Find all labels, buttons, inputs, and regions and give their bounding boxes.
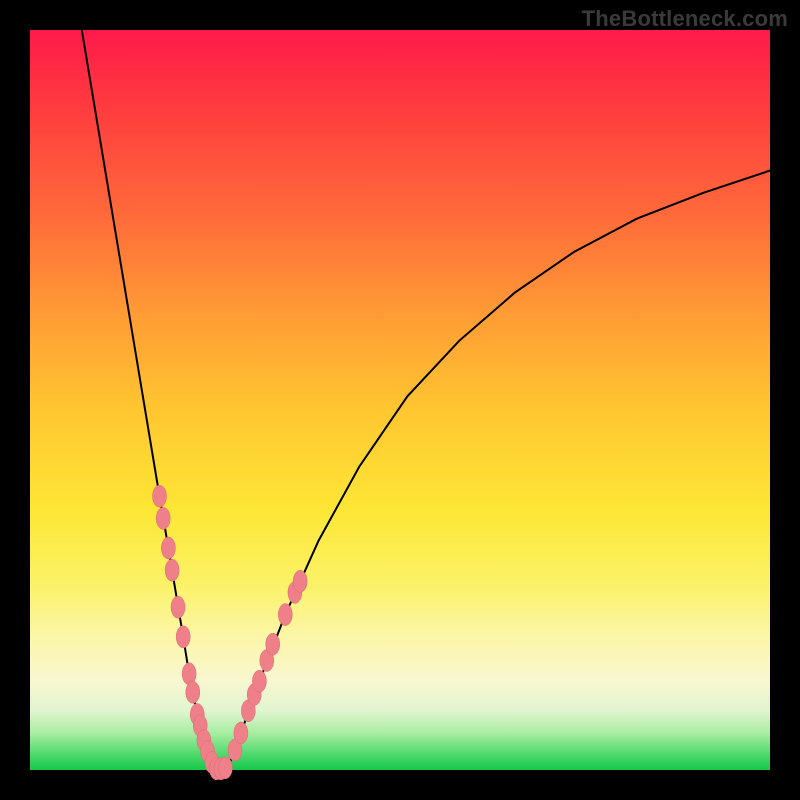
bead [161,537,175,559]
left-arm-path [82,30,214,767]
bead [165,559,179,581]
bead [234,722,248,744]
bead [153,485,167,507]
beads-right-group [228,570,307,761]
bead [186,681,200,703]
curve-group [82,30,770,769]
watermark-text: TheBottleneck.com [582,6,788,32]
bead [171,596,185,618]
bead [156,507,170,529]
bead [218,757,232,779]
beads-left-group [153,485,233,780]
right-arm-path [228,171,770,767]
bead [252,670,266,692]
curve-svg [30,30,770,770]
bead [176,626,190,648]
bead [293,570,307,592]
bead [278,604,292,626]
plot-frame [30,30,770,770]
bead [266,633,280,655]
